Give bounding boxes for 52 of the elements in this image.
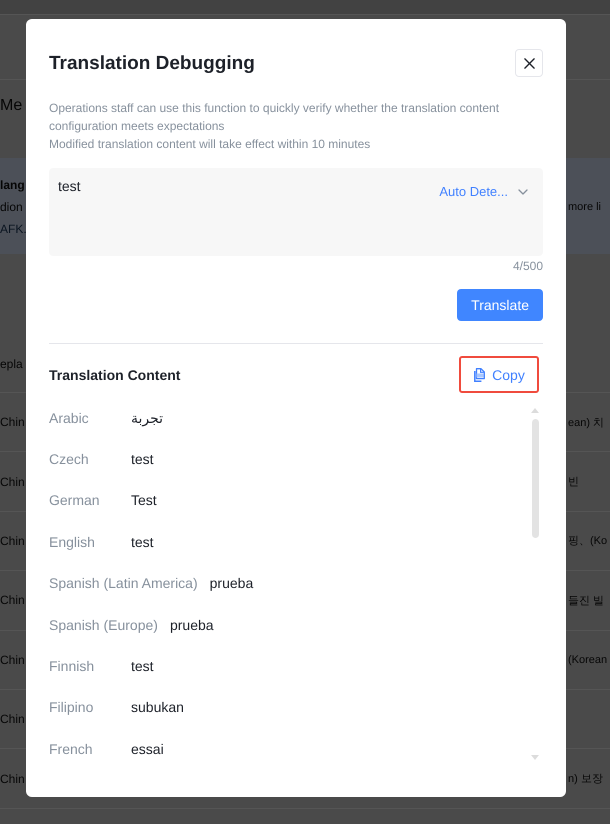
language-label: Spanish (Europe): [49, 616, 158, 634]
table-cell: Chin: [0, 534, 25, 548]
language-label: Finnish: [49, 657, 96, 676]
language-label: English: [49, 532, 96, 551]
column-header: epla: [0, 356, 23, 373]
page-heading: Me: [0, 96, 22, 116]
description-text: Modified translation content will take effect within 10 minutes: [49, 136, 372, 153]
table-cell-text: n) 보장: [568, 772, 603, 786]
table-cell: Chin: [0, 474, 25, 489]
table-cell: Chin: [0, 712, 25, 726]
scrollbar-thumb[interactable]: [532, 419, 538, 538]
notice-text: AFK.: [0, 221, 27, 238]
translation-text: essai: [131, 740, 164, 758]
table-cell: Chin: [0, 772, 25, 786]
translation-text: Test: [131, 491, 157, 510]
scroll-down-icon[interactable]: [531, 755, 539, 760]
translate-button[interactable]: Translate: [457, 289, 543, 321]
language-label: Filipino: [49, 698, 94, 716]
section-title: Translation Content: [49, 366, 180, 382]
translation-text: subukan: [131, 698, 184, 716]
language-label: German: [49, 491, 101, 510]
translation-text: test: [131, 657, 154, 676]
table-cell: Chin: [0, 652, 25, 667]
description-text: Operations staff can use this function to quickly verify whether the translation content configuration meets expectations: [49, 100, 500, 135]
close-icon: [524, 58, 534, 68]
translation-text: test: [131, 532, 154, 551]
notice-text: more li: [568, 200, 602, 215]
table-cell: (Korean: [568, 654, 608, 666]
character-counter: 4/500: [512, 258, 543, 274]
copy-icon: [473, 368, 486, 382]
dialog-title: Translation Debugging: [49, 52, 255, 76]
copy-button[interactable]: Copy: [473, 366, 525, 384]
language-label: French: [49, 740, 94, 758]
language-label: Arabic: [49, 408, 90, 427]
translation-text: prueba: [210, 574, 254, 592]
table-cell-text: 빈: [568, 475, 579, 490]
notice-title: lang: [0, 177, 25, 194]
language-label: Spanish (Latin America): [49, 574, 198, 592]
table-cell: Chin: [0, 593, 25, 608]
translation-text: تجربة: [131, 408, 164, 427]
table-cell-text: ean) 치: [568, 416, 604, 430]
language-select[interactable]: Auto Dete...: [439, 184, 528, 200]
close-button[interactable]: [515, 49, 543, 77]
translation-text: prueba: [170, 616, 214, 634]
translation-text: test: [131, 450, 154, 468]
notice-text: dion: [0, 199, 23, 216]
table-cell-text: 들진 빌: [568, 594, 604, 608]
scroll-up-icon[interactable]: [531, 408, 539, 413]
chevron-down-icon: [518, 189, 528, 195]
table-cell: Chin: [0, 415, 25, 430]
table-cell-text: 핑、(Ko: [568, 534, 608, 548]
language-label: Czech: [49, 450, 90, 468]
